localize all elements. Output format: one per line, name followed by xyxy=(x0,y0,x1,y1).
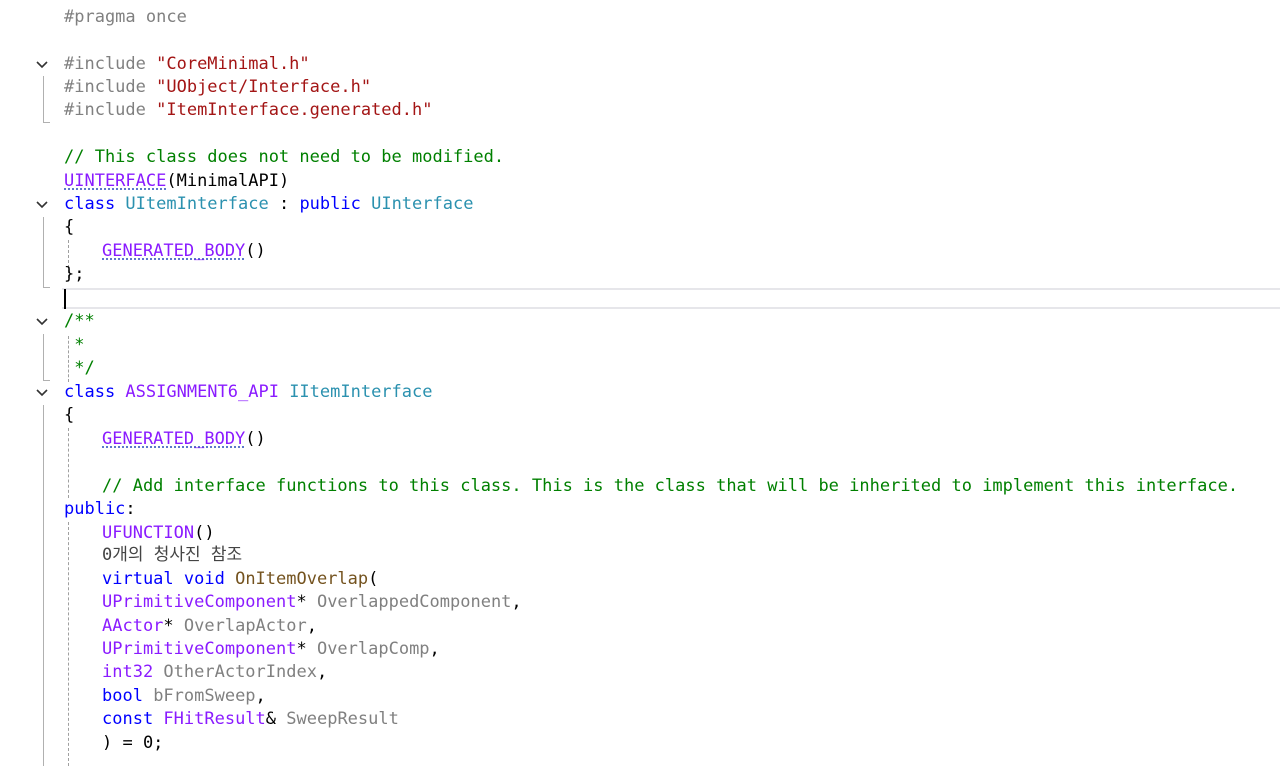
macro-name: UFUNCTION xyxy=(102,523,195,543)
type-name: AActor xyxy=(102,616,164,636)
comment: // This class does not need to be modifi… xyxy=(64,147,505,167)
punctuation: () xyxy=(194,523,215,543)
class-name: UInterface xyxy=(360,194,474,214)
include-path: "UObject/Interface.h" xyxy=(156,77,372,97)
text-caret xyxy=(64,289,66,309)
include-path: "CoreMinimal.h" xyxy=(156,54,310,74)
keyword: void xyxy=(173,569,225,589)
code-line[interactable]: int32 OtherActorIndex, xyxy=(0,661,1280,684)
brace: { xyxy=(64,405,75,425)
code-line[interactable]: // This class does not need to be modifi… xyxy=(0,146,1280,169)
code-line[interactable]: #include "ItemInterface.generated.h" xyxy=(0,99,1280,122)
punctuation: ( xyxy=(368,569,379,589)
preprocessor-directive: #pragma once xyxy=(64,7,187,27)
code-line[interactable]: class ASSIGNMENT6_API IItemInterface xyxy=(0,381,1280,404)
include-path: "ItemInterface.generated.h" xyxy=(156,100,433,120)
code-line[interactable]: // Add interface functions to this class… xyxy=(0,475,1280,498)
code-line[interactable]: /** xyxy=(0,310,1280,333)
code-line[interactable]: public: xyxy=(0,498,1280,521)
code-line[interactable]: bool bFromSweep, xyxy=(0,685,1280,708)
type-name: int32 xyxy=(102,662,154,682)
code-line[interactable]: #include "CoreMinimal.h" xyxy=(0,53,1280,76)
macro-name: ASSIGNMENT6_API xyxy=(115,382,279,402)
chevron-down-icon[interactable] xyxy=(35,315,49,329)
punctuation: * xyxy=(296,592,317,612)
keyword: const xyxy=(102,709,154,729)
code-line[interactable]: * xyxy=(0,334,1280,357)
parameter-name: OverlapComp xyxy=(316,639,430,659)
keyword: bool xyxy=(102,686,143,706)
code-line[interactable]: class UItemInterface : public UInterface xyxy=(0,193,1280,216)
keyword: class xyxy=(64,382,116,402)
code-line[interactable]: AActor* OverlapActor, xyxy=(0,615,1280,638)
code-line[interactable]: */ xyxy=(0,357,1280,380)
parameter-name: bFromSweep xyxy=(142,686,256,706)
punctuation: * xyxy=(163,616,184,636)
code-line[interactable]: #include "UObject/Interface.h" xyxy=(0,76,1280,99)
keyword: class xyxy=(64,194,116,214)
parameter-name: OverlappedComponent xyxy=(316,592,512,612)
codelens-line[interactable]: 0개의 청사진 참조 xyxy=(0,544,1280,567)
function-name: OnItemOverlap xyxy=(224,569,369,589)
class-name: IItemInterface xyxy=(278,382,433,402)
keyword: public xyxy=(289,194,361,214)
type-name: UPrimitiveComponent xyxy=(102,592,297,612)
code-line[interactable]: }; xyxy=(0,263,1280,286)
code-line[interactable]: UPrimitiveComponent* OverlapComp, xyxy=(0,638,1280,661)
code-line[interactable]: { xyxy=(0,404,1280,427)
preprocessor-directive: #include xyxy=(64,100,157,120)
punctuation: () xyxy=(245,241,266,261)
punctuation: , xyxy=(429,639,440,659)
preprocessor-directive: #include xyxy=(64,54,157,74)
punctuation: ) = 0; xyxy=(102,733,164,753)
code-line[interactable]: { xyxy=(0,216,1280,239)
comment: // Add interface functions to this class… xyxy=(102,476,1239,496)
code-line[interactable]: #pragma once xyxy=(0,6,1280,29)
parameter-name: OverlapActor xyxy=(183,616,307,636)
macro-name: GENERATED_BODY xyxy=(102,241,246,261)
punctuation: * xyxy=(296,639,317,659)
code-line[interactable]: virtual void OnItemOverlap( xyxy=(0,568,1280,591)
chevron-down-icon[interactable] xyxy=(35,386,49,400)
comment: * xyxy=(64,335,85,355)
type-name: FHitResult xyxy=(153,709,266,729)
chevron-down-icon[interactable] xyxy=(35,58,49,72)
brace: }; xyxy=(64,264,85,284)
code-line[interactable]: GENERATED_BODY() xyxy=(0,240,1280,263)
punctuation: : xyxy=(125,499,136,519)
keyword: virtual xyxy=(102,569,174,589)
punctuation: & xyxy=(265,709,287,729)
macro-args: (MinimalAPI) xyxy=(166,171,290,191)
preprocessor-directive: #include xyxy=(64,77,157,97)
code-line[interactable]: const FHitResult& SweepResult xyxy=(0,708,1280,731)
outline-guide-end xyxy=(43,122,50,123)
type-name: UPrimitiveComponent xyxy=(102,639,297,659)
keyword: public xyxy=(64,499,126,519)
class-name: UItemInterface xyxy=(115,194,279,214)
macro-name: GENERATED_BODY xyxy=(102,429,246,449)
parameter-name: SweepResult xyxy=(286,709,399,729)
blueprint-references-link[interactable]: 0개의 청사진 참조 xyxy=(102,545,242,565)
brace: { xyxy=(64,217,75,237)
code-editor[interactable]: #pragma once #include "CoreMinimal.h" #i… xyxy=(0,0,1280,766)
outline-guide-end xyxy=(43,287,50,288)
parameter-name: OtherActorIndex xyxy=(153,662,317,682)
code-line[interactable]: UINTERFACE(MinimalAPI) xyxy=(0,170,1280,193)
code-line[interactable]: GENERATED_BODY() xyxy=(0,428,1280,451)
code-line[interactable]: ) = 0; xyxy=(0,732,1280,755)
current-line-highlight xyxy=(62,288,1280,309)
code-line[interactable]: UFUNCTION() xyxy=(0,522,1280,545)
code-line[interactable]: UPrimitiveComponent* OverlappedComponent… xyxy=(0,591,1280,614)
comment: */ xyxy=(64,358,95,378)
punctuation: , xyxy=(511,592,522,612)
punctuation: , xyxy=(306,616,317,636)
punctuation: , xyxy=(255,686,266,706)
macro-name: UINTERFACE xyxy=(64,171,167,191)
punctuation: () xyxy=(245,429,266,449)
comment: /** xyxy=(64,311,95,331)
punctuation: : xyxy=(278,194,290,214)
chevron-down-icon[interactable] xyxy=(35,198,49,212)
punctuation: , xyxy=(316,662,328,682)
